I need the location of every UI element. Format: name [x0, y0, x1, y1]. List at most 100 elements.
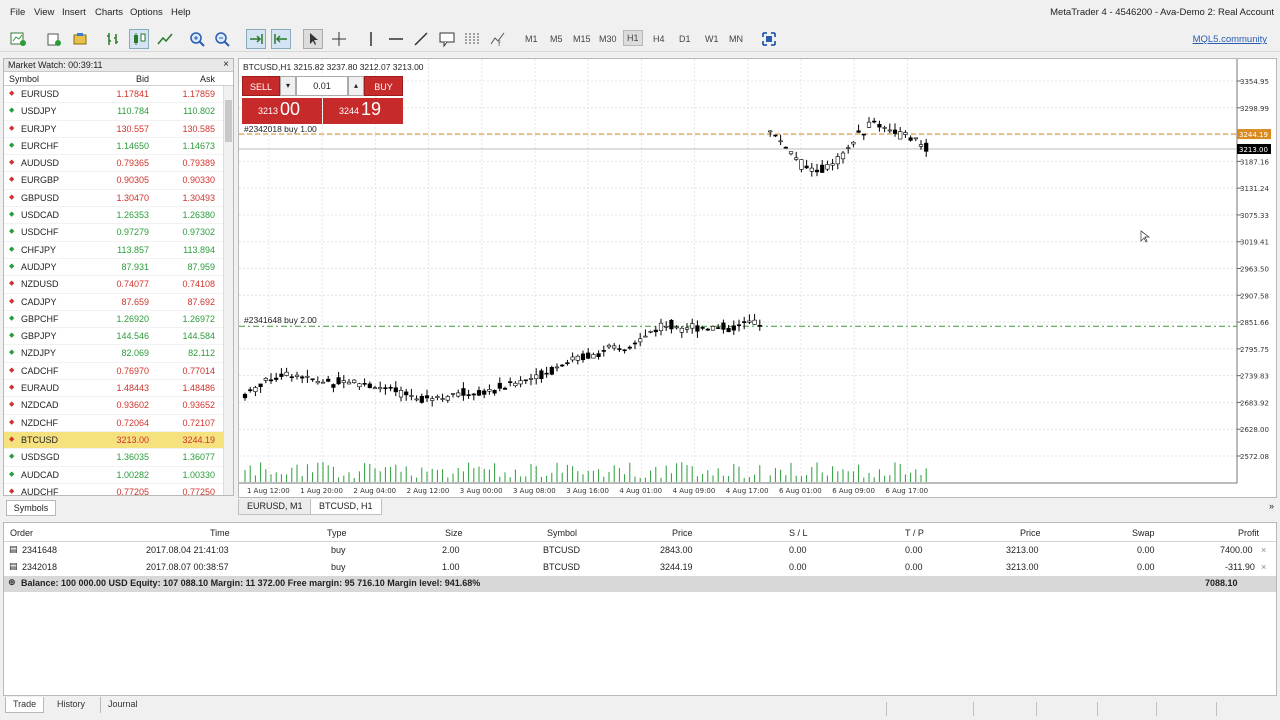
- tab-eurusd-m1[interactable]: EURUSD, M1: [238, 499, 312, 515]
- sell-button[interactable]: SELL: [242, 76, 280, 96]
- candle-body: [606, 344, 612, 348]
- tf-h4[interactable]: H4: [653, 34, 665, 44]
- col-order[interactable]: Order: [10, 528, 33, 538]
- horizontal-line-icon[interactable]: [386, 29, 406, 49]
- market-watch-row[interactable]: ◆ NZDCHF 0.72064 0.72107: [4, 415, 233, 432]
- cursor-icon[interactable]: [303, 29, 323, 49]
- indicators-icon[interactable]: f: [488, 29, 508, 49]
- buy-button[interactable]: BUY: [364, 76, 403, 96]
- tab-btcusd-h1[interactable]: BTCUSD, H1: [310, 499, 382, 515]
- market-watch-title-bar: Market Watch: 00:39:11 ×: [4, 59, 233, 72]
- menu-options[interactable]: Options: [130, 7, 163, 18]
- trendline-icon[interactable]: [411, 29, 431, 49]
- col-current-price[interactable]: Price: [1020, 528, 1041, 538]
- close-icon[interactable]: ×: [223, 59, 229, 71]
- market-watch-row[interactable]: ◆ CADCHF 0.76970 0.77014: [4, 363, 233, 381]
- fibonacci-icon[interactable]: [462, 29, 482, 49]
- candle-body: [435, 396, 440, 398]
- close-order-icon[interactable]: ×: [1261, 562, 1266, 572]
- market-watch-row[interactable]: ◆ EURJPY 130.557 130.585: [4, 121, 233, 138]
- market-watch-row[interactable]: ◆ GBPJPY 144.546 144.584: [4, 328, 233, 346]
- text-label-icon[interactable]: [437, 29, 457, 49]
- line-chart-icon[interactable]: [155, 29, 175, 49]
- order-row[interactable]: ▤ 2342018 2017.08.07 00:38:57 buy 1.00 B…: [4, 559, 1276, 576]
- market-watch-row[interactable]: ◆ NZDJPY 82.069 82.112: [4, 345, 233, 363]
- chart-shift-icon[interactable]: [271, 29, 291, 49]
- col-price[interactable]: Price: [672, 528, 693, 538]
- tf-w1[interactable]: W1: [705, 34, 719, 44]
- tf-h1[interactable]: H1: [623, 30, 643, 46]
- market-watch-row[interactable]: ◆ GBPCHF 1.26920 1.26972: [4, 311, 233, 329]
- crosshair-icon[interactable]: [329, 29, 349, 49]
- tabs-scroll-icon[interactable]: »: [1269, 501, 1274, 511]
- tf-m30[interactable]: M30: [599, 34, 617, 44]
- market-watch-row[interactable]: ◆ NZDCAD 0.93602 0.93652: [4, 397, 233, 415]
- market-watch-row[interactable]: ◆ AUDCAD 1.00282 1.00330: [4, 467, 233, 484]
- market-watch-row[interactable]: ◆ BTCUSD 3213.00 3244.19: [4, 431, 233, 450]
- fullscreen-icon[interactable]: [759, 29, 779, 49]
- new-chart-icon[interactable]: [8, 29, 28, 49]
- market-watch-row[interactable]: ◆ USDJPY 110.784 110.802: [4, 103, 233, 121]
- col-profit[interactable]: Profit: [1238, 528, 1259, 538]
- menu-insert[interactable]: Insert: [62, 7, 86, 18]
- buy-price-button[interactable]: 3244 19: [323, 98, 403, 124]
- market-watch-row[interactable]: ◆ USDSGD 1.36035 1.36077: [4, 449, 233, 467]
- down-arrow-icon: ◆: [9, 124, 15, 132]
- market-watch-row[interactable]: ◆ EURGBP 0.90305 0.90330: [4, 172, 233, 190]
- tf-m1[interactable]: M1: [525, 34, 538, 44]
- col-bid[interactable]: Bid: [136, 74, 149, 84]
- candle-body: [294, 374, 300, 377]
- market-watch-row[interactable]: ◆ NZDUSD 0.74077 0.74108: [4, 276, 233, 294]
- time-label: 2 Aug 04:00: [353, 487, 396, 495]
- col-ask[interactable]: Ask: [200, 74, 215, 84]
- chart-canvas[interactable]: 3354.953298.993243.033187.163131.243075.…: [239, 59, 1277, 498]
- col-swap[interactable]: Swap: [1132, 528, 1155, 538]
- bar-chart-icon[interactable]: [103, 29, 123, 49]
- menu-file[interactable]: File: [10, 7, 25, 18]
- close-order-icon[interactable]: ×: [1261, 545, 1266, 555]
- mql5-community-link[interactable]: MQL5.community: [1193, 34, 1267, 45]
- tf-m5[interactable]: M5: [550, 34, 563, 44]
- market-watch-row[interactable]: ◆ USDCAD 1.26353 1.26380: [4, 207, 233, 225]
- market-watch-icon[interactable]: [70, 29, 90, 49]
- tf-mn[interactable]: MN: [729, 34, 743, 44]
- col-sl[interactable]: S / L: [789, 528, 808, 538]
- lot-size-input[interactable]: 0.01: [296, 76, 348, 96]
- market-watch-row[interactable]: ◆ EURAUD 1.48443 1.48486: [4, 380, 233, 398]
- tf-d1[interactable]: D1: [679, 34, 691, 44]
- market-watch-row[interactable]: ◆ EURUSD 1.17841 1.17859: [4, 86, 233, 104]
- col-symbol[interactable]: Symbol: [547, 528, 577, 538]
- menu-view[interactable]: View: [34, 7, 54, 18]
- market-watch-scrollbar[interactable]: [223, 86, 233, 495]
- profiles-icon[interactable]: [44, 29, 64, 49]
- zoom-in-icon[interactable]: [187, 29, 207, 49]
- tab-symbols[interactable]: Symbols: [6, 500, 56, 516]
- market-watch-row[interactable]: ◆ GBPUSD 1.30470 1.30493: [4, 190, 233, 208]
- col-size[interactable]: Size: [445, 528, 463, 538]
- market-watch-row[interactable]: ◆ CHFJPY 113.857 113.894: [4, 242, 233, 259]
- candle-chart-icon[interactable]: [129, 29, 149, 49]
- lot-decrease-icon[interactable]: ▾: [280, 76, 296, 96]
- col-type[interactable]: Type: [327, 528, 347, 538]
- auto-scroll-icon[interactable]: [246, 29, 266, 49]
- chart-window[interactable]: 3354.953298.993243.033187.163131.243075.…: [238, 58, 1277, 498]
- order-row[interactable]: ▤ 2341648 2017.08.04 21:41:03 buy 2.00 B…: [4, 542, 1276, 559]
- scrollbar-thumb[interactable]: [225, 100, 232, 142]
- col-tp[interactable]: T / P: [905, 528, 924, 538]
- market-watch-row[interactable]: ◆ EURCHF 1.14650 1.14673: [4, 138, 233, 156]
- market-watch-row[interactable]: ◆ AUDUSD 0.79365 0.79389: [4, 155, 233, 173]
- menu-charts[interactable]: Charts: [95, 7, 123, 18]
- lot-increase-icon[interactable]: ▴: [348, 76, 364, 96]
- col-symbol[interactable]: Symbol: [9, 74, 39, 84]
- col-time[interactable]: Time: [210, 528, 230, 538]
- market-watch-row[interactable]: ◆ USDCHF 0.97279 0.97302: [4, 224, 233, 242]
- menu-help[interactable]: Help: [171, 7, 191, 18]
- market-watch-row[interactable]: ◆ AUDJPY 87.931 87.959: [4, 259, 233, 277]
- zoom-out-icon[interactable]: [212, 29, 232, 49]
- tf-m15[interactable]: M15: [573, 34, 591, 44]
- sell-price-button[interactable]: 3213 00: [242, 98, 322, 124]
- vertical-line-icon[interactable]: [361, 29, 381, 49]
- market-watch-row[interactable]: ◆ CADJPY 87.659 87.692: [4, 294, 233, 311]
- ask-price: 130.585: [182, 123, 215, 134]
- market-watch-row[interactable]: ◆ AUDCHF 0.77205 0.77250: [4, 484, 233, 495]
